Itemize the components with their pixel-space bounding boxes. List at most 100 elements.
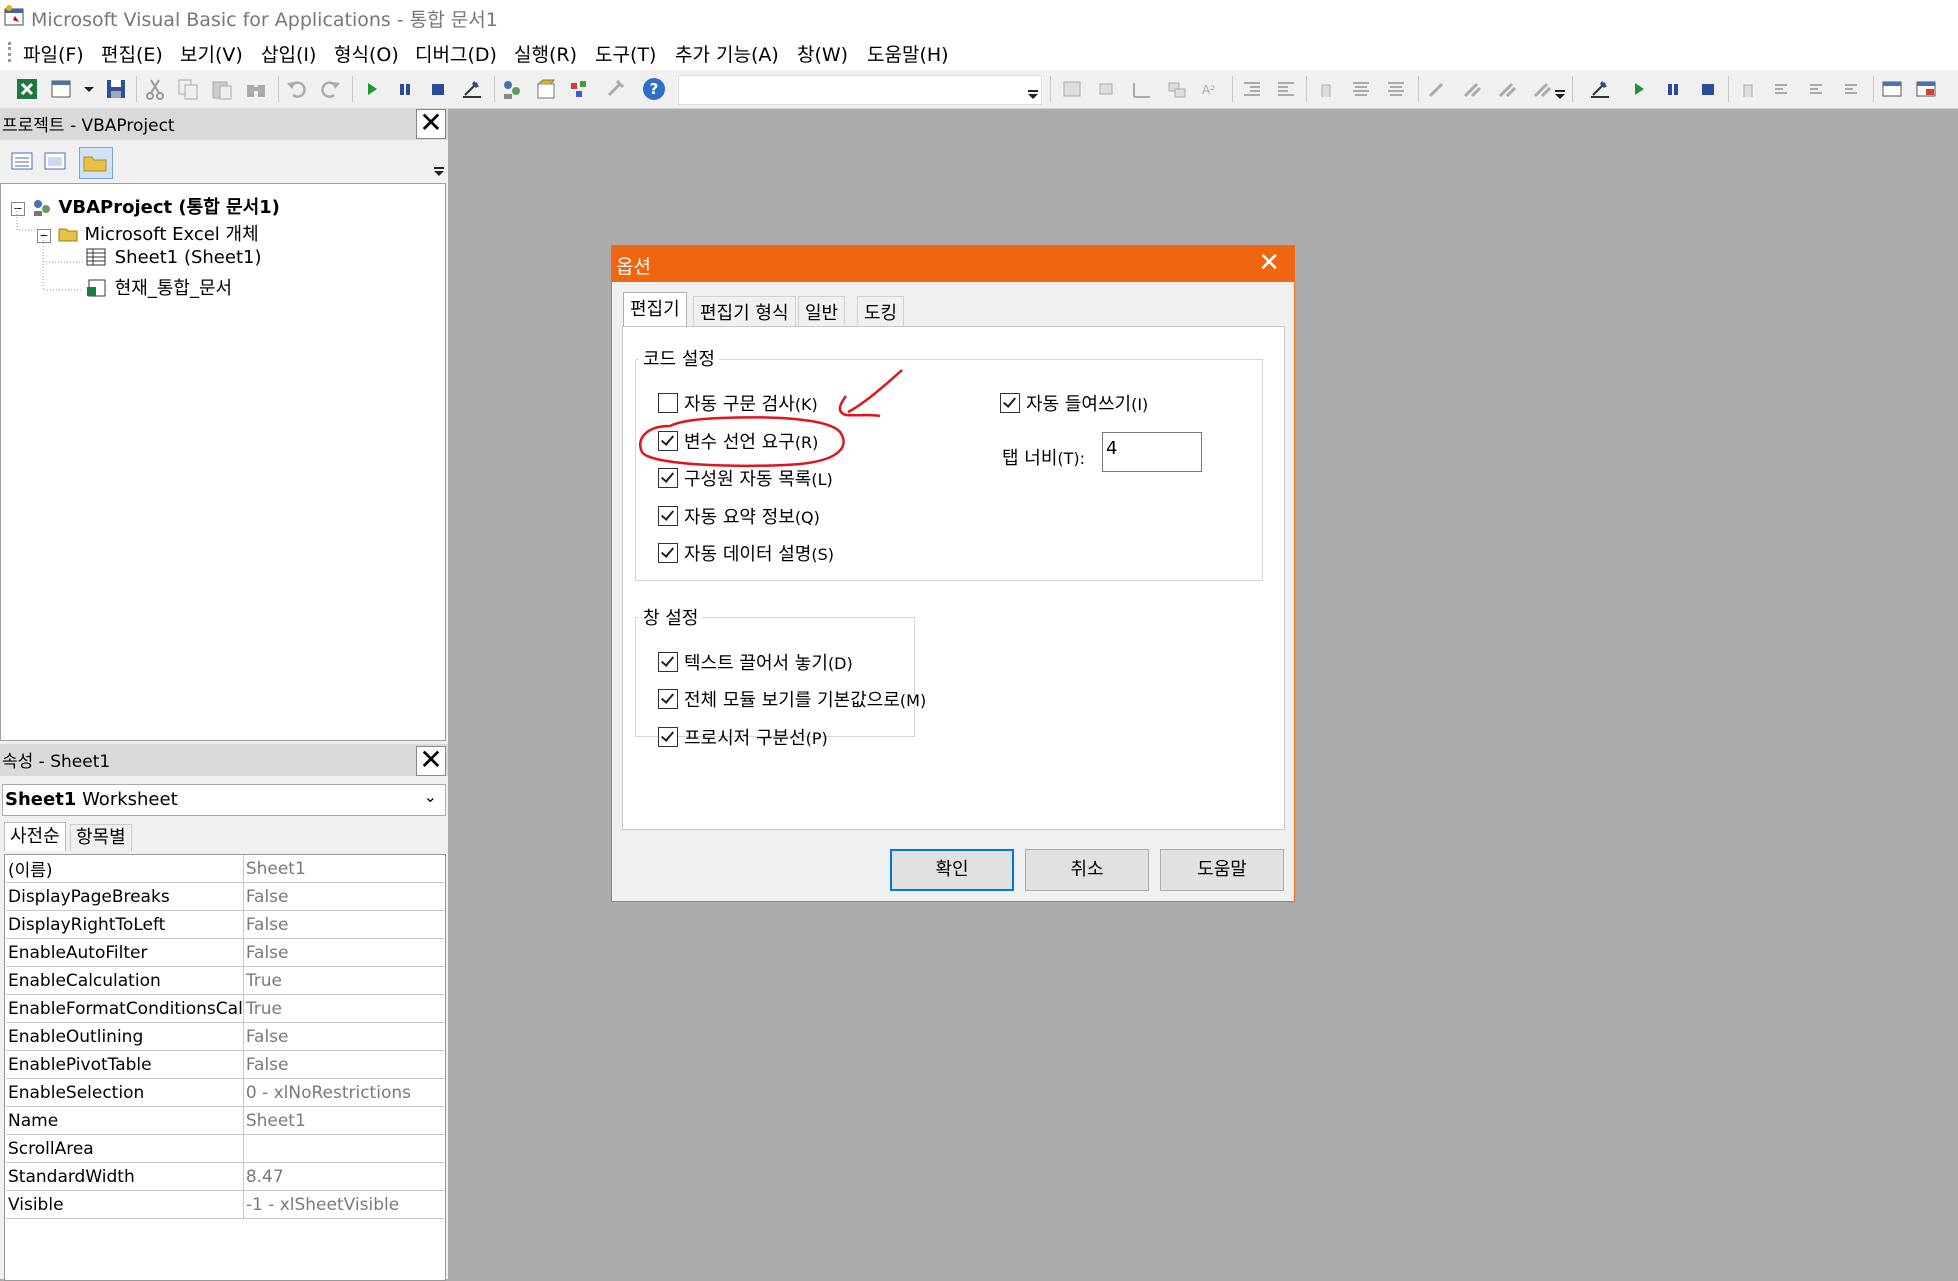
property-row[interactable]: EnableSelection 0 - xlNoRestrictions — [6, 1078, 444, 1107]
property-name[interactable]: EnableSelection — [6, 1078, 244, 1107]
clear-bookmarks-icon[interactable] — [1530, 77, 1554, 101]
menu-view[interactable]: 보기(V) — [180, 40, 243, 67]
close-icon[interactable]: ✕ — [416, 746, 446, 776]
tab-width-input[interactable]: 4 — [1102, 432, 1202, 472]
tab-alphabetic[interactable]: 사전순 — [4, 822, 66, 851]
tab-categorized[interactable]: 항목별 — [70, 824, 132, 851]
cancel-button[interactable]: 취소 — [1025, 849, 1149, 891]
break-icon[interactable] — [393, 77, 417, 101]
menu-file[interactable]: 파일(F) — [23, 40, 84, 67]
tab-general[interactable]: 일반 — [798, 296, 846, 327]
cut-icon[interactable] — [143, 77, 167, 101]
menu-insert[interactable]: 삽입(I) — [261, 40, 316, 67]
property-row[interactable]: DisplayRightToLeft False — [6, 910, 444, 939]
close-icon[interactable]: ✕ — [416, 109, 446, 139]
tab-editor[interactable]: 편집기 — [623, 292, 687, 327]
paste-icon[interactable] — [210, 77, 234, 101]
property-name[interactable]: Name — [6, 1106, 244, 1135]
property-name[interactable]: StandardWidth — [6, 1162, 244, 1191]
break-icon[interactable] — [1661, 77, 1685, 101]
checkbox-auto-indent[interactable] — [1000, 393, 1020, 413]
property-name[interactable]: EnableAutoFilter — [6, 938, 244, 967]
property-name[interactable]: Visible — [6, 1190, 244, 1219]
property-row[interactable]: StandardWidth 8.47 — [6, 1162, 444, 1191]
property-row[interactable]: Visible -1 - xlSheetVisible — [6, 1190, 444, 1219]
check-procedure-separator[interactable]: 프로시저 구분선(P) — [658, 724, 828, 750]
immediate-window-icon[interactable] — [1914, 77, 1938, 101]
checkbox-drag-and-drop[interactable] — [658, 652, 678, 672]
toggle-breakpoint-icon[interactable] — [1314, 77, 1338, 101]
object-browser-icon[interactable] — [568, 77, 592, 101]
menu-edit[interactable]: 편집(E) — [101, 40, 163, 67]
menu-debug[interactable]: 디버그(D) — [415, 40, 497, 67]
property-name[interactable]: EnableFormatConditionsCal — [6, 994, 244, 1023]
menu-window[interactable]: 창(W) — [797, 40, 848, 67]
property-row[interactable]: Name Sheet1 — [6, 1106, 444, 1135]
check-auto-quick-info[interactable]: 자동 요약 정보(Q) — [658, 503, 820, 529]
design-mode-icon[interactable] — [460, 77, 484, 101]
excel-icon[interactable] — [15, 77, 39, 101]
property-value[interactable]: False — [243, 1050, 444, 1079]
checkbox-auto-data-tips[interactable] — [658, 543, 678, 563]
property-value[interactable]: 8.47 — [243, 1162, 444, 1191]
property-value[interactable]: 0 - xlNoRestrictions — [243, 1078, 444, 1107]
menu-addins[interactable]: 추가 기능(A) — [675, 40, 779, 67]
run-icon[interactable] — [1627, 77, 1651, 101]
property-row[interactable]: EnablePivotTable False — [6, 1050, 444, 1079]
property-row[interactable]: DisplayPageBreaks False — [6, 882, 444, 911]
next-bookmark-icon[interactable] — [1460, 77, 1484, 101]
property-name[interactable]: EnablePivotTable — [6, 1050, 244, 1079]
check-drag-and-drop[interactable]: 텍스트 끌어서 놓기(D) — [658, 649, 853, 675]
outdent-icon[interactable] — [1274, 77, 1298, 101]
save-icon[interactable] — [104, 77, 128, 101]
insert-userform-icon[interactable] — [50, 77, 74, 101]
complete-word-icon[interactable]: A² — [1199, 77, 1223, 101]
property-name[interactable]: DisplayRightToLeft — [6, 910, 244, 939]
design-mode-icon[interactable] — [1588, 77, 1612, 101]
property-value[interactable]: False — [243, 882, 444, 911]
properties-icon[interactable] — [535, 77, 559, 101]
property-value[interactable]: False — [243, 1022, 444, 1051]
property-value[interactable]: True — [243, 994, 444, 1023]
check-full-module-view[interactable]: 전체 모듈 보기를 기본값으로(M) — [658, 686, 926, 712]
toolbar-overflow-icon[interactable] — [1026, 80, 1040, 104]
property-name[interactable]: ScrollArea — [6, 1134, 244, 1163]
list-properties-icon[interactable] — [1060, 77, 1084, 101]
reset-icon[interactable] — [1696, 77, 1720, 101]
property-row[interactable]: EnableAutoFilter False — [6, 938, 444, 967]
property-value[interactable]: -1 - xlSheetVisible — [243, 1190, 444, 1219]
property-value[interactable]: True — [243, 966, 444, 995]
help-button[interactable]: 도움말 — [1160, 849, 1284, 891]
menu-format[interactable]: 형식(O) — [334, 40, 399, 67]
tab-docking[interactable]: 도킹 — [857, 296, 905, 327]
list-constants-icon[interactable] — [1095, 77, 1119, 101]
property-row[interactable]: EnableFormatConditionsCal True — [6, 994, 444, 1023]
check-auto-indent[interactable]: 자동 들여쓰기(I) — [1000, 390, 1148, 416]
property-name[interactable]: EnableCalculation — [6, 966, 244, 995]
toolbox-icon[interactable] — [603, 77, 627, 101]
location-combo[interactable] — [678, 75, 1042, 105]
property-value[interactable] — [243, 1134, 444, 1163]
property-row[interactable]: ScrollArea — [6, 1134, 444, 1163]
checkbox-auto-quick-info[interactable] — [658, 506, 678, 526]
comment-block-icon[interactable] — [1349, 77, 1373, 101]
undo-icon[interactable] — [285, 77, 309, 101]
find-icon[interactable] — [244, 77, 268, 101]
checkbox-full-module-view[interactable] — [658, 689, 678, 709]
chevron-down-icon[interactable] — [82, 77, 96, 101]
property-name[interactable]: DisplayPageBreaks — [6, 882, 244, 911]
property-name[interactable]: (이름) — [6, 855, 244, 883]
tab-editor-format[interactable]: 편집기 형식 — [693, 296, 796, 327]
run-icon[interactable] — [360, 77, 384, 101]
menu-help[interactable]: 도움말(H) — [867, 40, 949, 67]
step-into-icon[interactable] — [1771, 77, 1795, 101]
toggle-breakpoint-icon[interactable] — [1736, 77, 1760, 101]
check-auto-data-tips[interactable]: 자동 데이터 설명(S) — [658, 540, 834, 566]
chevron-down-icon[interactable] — [432, 160, 446, 182]
previous-bookmark-icon[interactable] — [1495, 77, 1519, 101]
checkbox-procedure-separator[interactable] — [658, 727, 678, 747]
property-value[interactable]: Sheet1 — [243, 855, 444, 883]
view-object-icon[interactable] — [43, 150, 67, 172]
step-out-icon[interactable] — [1841, 77, 1865, 101]
locals-window-icon[interactable] — [1880, 77, 1904, 101]
